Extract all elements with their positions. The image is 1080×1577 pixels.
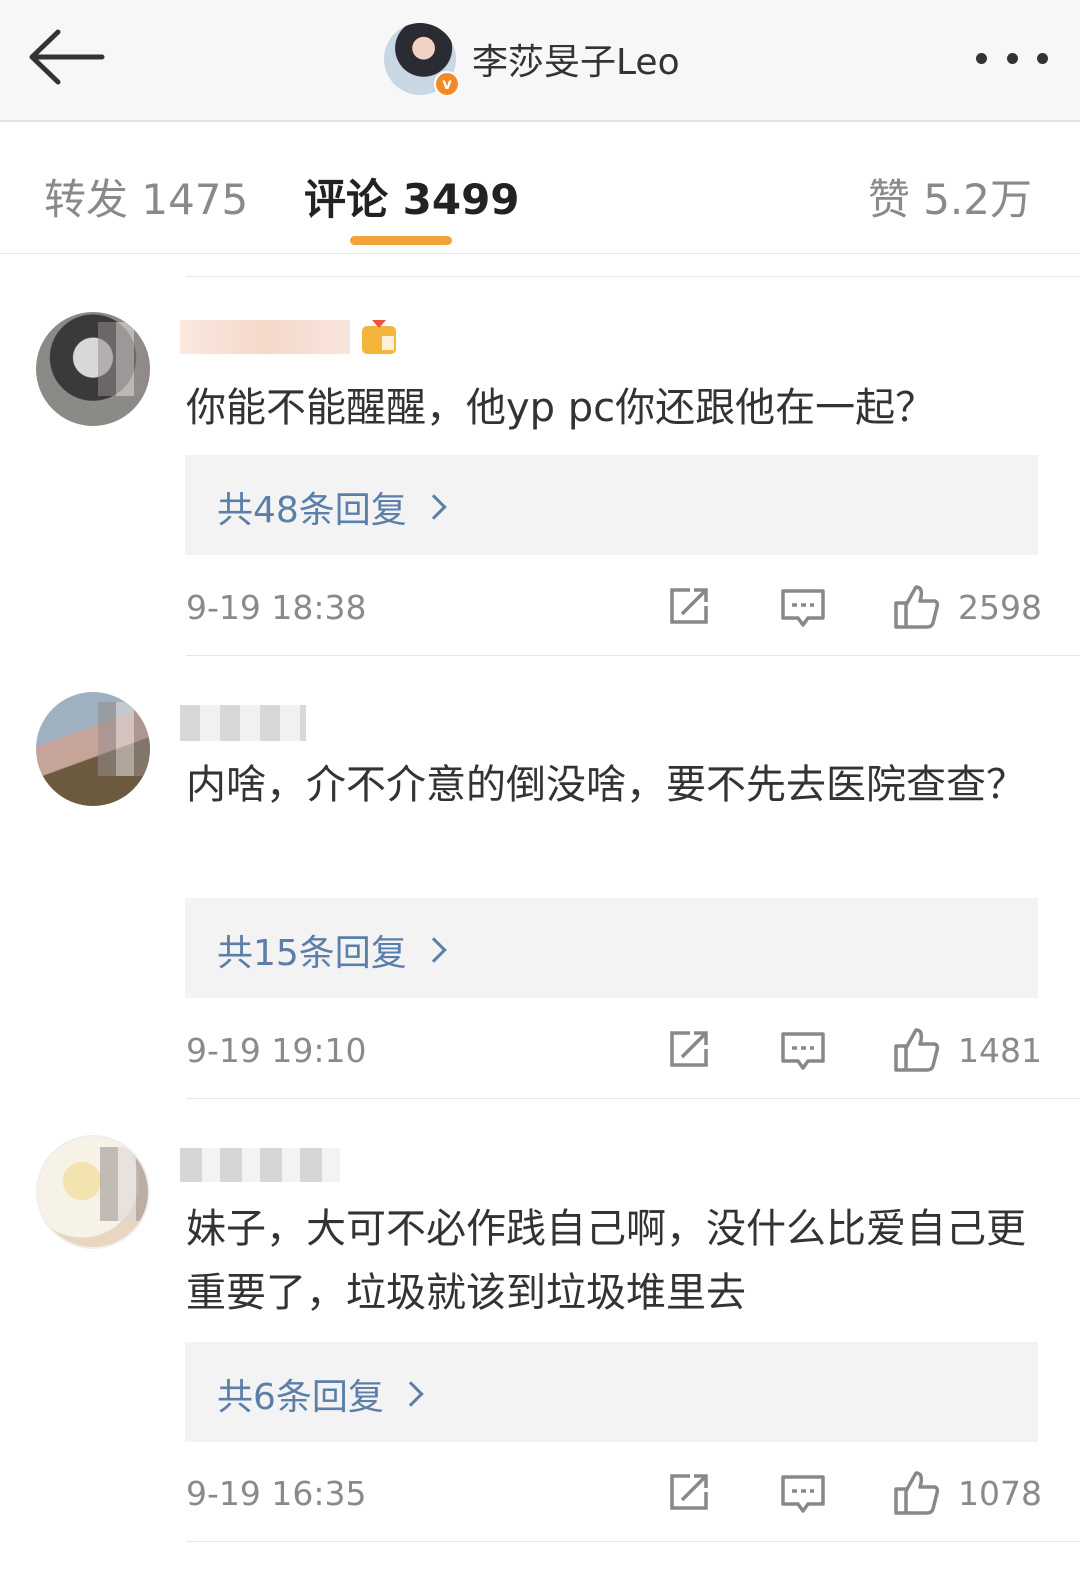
view-replies-link[interactable]: 共15条回复 bbox=[217, 924, 447, 976]
tab-bar: 转发 1475 评论 3499 赞 5.2万 bbox=[0, 124, 1080, 254]
arrow-left-icon bbox=[29, 29, 105, 85]
replies-box[interactable]: 共48条回复 bbox=[185, 455, 1038, 555]
share-icon[interactable] bbox=[668, 586, 712, 626]
post-author[interactable]: v 李莎旻子Leo bbox=[384, 21, 680, 97]
like-count: 1481 bbox=[958, 1030, 1042, 1070]
divider bbox=[186, 655, 1080, 656]
comment-icon[interactable] bbox=[780, 1474, 826, 1514]
verified-badge-icon: v bbox=[434, 71, 460, 97]
username-redacted[interactable] bbox=[180, 697, 306, 747]
author-avatar[interactable]: v bbox=[384, 23, 460, 97]
replies-count: 共15条回复 bbox=[217, 933, 407, 974]
replies-count: 共6条回复 bbox=[217, 1377, 384, 1418]
comment-text: 内啥，介不介意的倒没啥，要不先去医院查查？ bbox=[186, 762, 1026, 808]
username-redacted[interactable] bbox=[180, 312, 410, 362]
like-button[interactable]: 2598 bbox=[892, 582, 1042, 632]
comment-meta: 9-19 19:10 1481 bbox=[186, 1025, 1042, 1075]
active-tab-indicator bbox=[350, 236, 452, 245]
replies-count: 共48条回复 bbox=[217, 490, 407, 531]
tab-repost[interactable]: 转发 1475 bbox=[44, 166, 248, 227]
replies-box[interactable]: 共6条回复 bbox=[185, 1342, 1038, 1442]
comment-icon[interactable] bbox=[780, 588, 826, 628]
like-button[interactable]: 1078 bbox=[892, 1468, 1042, 1518]
avatar[interactable] bbox=[36, 1135, 150, 1249]
view-replies-link[interactable]: 共6条回复 bbox=[217, 1368, 424, 1420]
share-icon[interactable] bbox=[668, 1472, 712, 1512]
more-dots-icon bbox=[976, 52, 987, 64]
member-badge-icon bbox=[362, 320, 396, 354]
thumbs-up-icon bbox=[894, 1028, 940, 1072]
comment-icon[interactable] bbox=[780, 1031, 826, 1071]
thumbs-up-icon bbox=[894, 585, 940, 629]
chevron-right-icon bbox=[421, 494, 447, 520]
divider bbox=[186, 1098, 1080, 1099]
comment-meta: 9-19 18:38 2598 bbox=[186, 582, 1042, 632]
timestamp: 9-19 18:38 bbox=[186, 588, 367, 627]
thumbs-up-icon bbox=[894, 1471, 940, 1515]
share-icon[interactable] bbox=[668, 1029, 712, 1069]
comment-text: 妹子，大可不必作践自己啊，没什么比爱自己更重要了，垃圾就该到垃圾堆里去 bbox=[186, 1206, 1026, 1316]
back-button[interactable] bbox=[22, 22, 112, 92]
tab-likes[interactable]: 赞 5.2万 bbox=[868, 166, 1032, 227]
avatar[interactable] bbox=[36, 312, 150, 426]
divider bbox=[186, 1541, 1080, 1542]
chevron-right-icon bbox=[398, 1381, 424, 1407]
timestamp: 9-19 16:35 bbox=[186, 1474, 367, 1513]
chevron-right-icon bbox=[421, 937, 447, 963]
tab-comments[interactable]: 评论 3499 bbox=[304, 166, 520, 227]
comment-meta: 9-19 16:35 1078 bbox=[186, 1468, 1042, 1518]
author-name[interactable]: 李莎旻子Leo bbox=[472, 33, 680, 85]
timestamp: 9-19 19:10 bbox=[186, 1031, 367, 1070]
divider bbox=[186, 276, 1080, 277]
avatar[interactable] bbox=[36, 692, 150, 806]
like-button[interactable]: 1481 bbox=[892, 1025, 1042, 1075]
more-button[interactable] bbox=[976, 48, 1048, 68]
replies-box[interactable]: 共15条回复 bbox=[185, 898, 1038, 998]
top-bar: v 李莎旻子Leo bbox=[0, 0, 1080, 122]
comment-text: 你能不能醒醒，他yp pc你还跟他在一起？ bbox=[186, 385, 936, 431]
like-count: 1078 bbox=[958, 1473, 1042, 1513]
username-redacted[interactable] bbox=[180, 1140, 340, 1190]
like-count: 2598 bbox=[958, 587, 1042, 627]
view-replies-link[interactable]: 共48条回复 bbox=[217, 481, 447, 533]
